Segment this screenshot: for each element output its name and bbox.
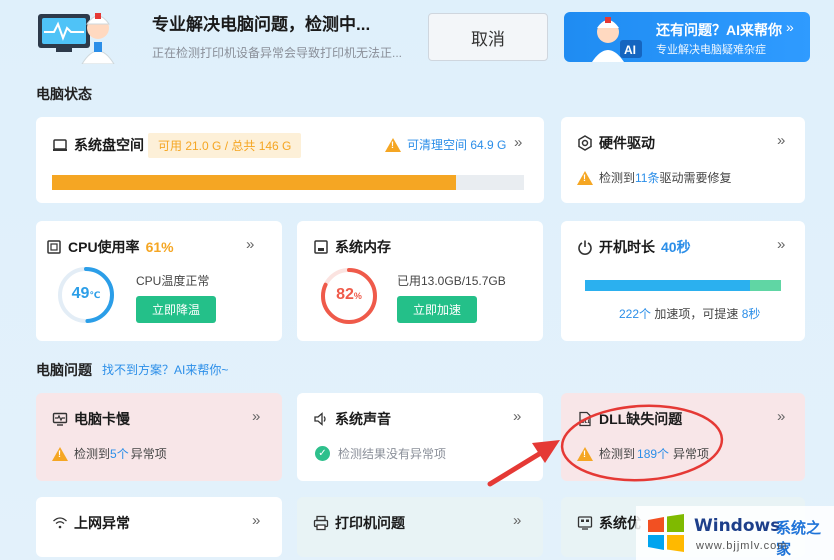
watermark-brand: Windows <box>694 516 781 536</box>
svg-text:DLL: DLL <box>581 419 591 425</box>
dll-count: 189个 <box>637 447 670 461</box>
windows-logo-icon <box>648 514 684 552</box>
dll-card-title: DLL缺失问题 <box>599 411 683 427</box>
boot-card-title: 开机时长 <box>599 239 655 255</box>
boot-progress-fill <box>585 280 750 291</box>
chevron-double-right-icon[interactable]: » <box>777 132 785 149</box>
memory-card-title: 系统内存 <box>335 239 391 255</box>
ai-help-link[interactable]: 找不到方案？AI来帮你~ <box>102 361 228 378</box>
disk-usage-badge: 可用 21.0 G / 总共 146 G <box>148 133 302 158</box>
lag-post: 异常项 <box>130 447 167 461</box>
chevron-double-right-icon[interactable]: » <box>513 512 521 529</box>
sound-card-title: 系统声音 <box>335 411 391 427</box>
cpu-icon <box>47 240 61 254</box>
dll-pre: 检测到 <box>599 447 636 461</box>
hardware-post: 驱动需要修复 <box>659 171 732 185</box>
boot-time-card[interactable]: 开机时长 40秒 » 222个 加速项，可提速 8秒 <box>561 221 805 341</box>
warning-icon <box>385 137 401 152</box>
memory-value: 82 <box>336 286 354 303</box>
sound-status: 检测结果没有异常项 <box>338 447 447 461</box>
warning-icon <box>52 446 68 461</box>
sysopt-card-title: 系统优 <box>599 515 641 531</box>
hexagon-gear-icon <box>578 135 592 151</box>
dll-file-icon: DLL <box>579 411 591 427</box>
disk-icon <box>53 139 67 151</box>
monitor-pulse-icon <box>52 412 68 426</box>
network-problem-card[interactable]: 上网异常 » <box>36 497 282 557</box>
hardware-card-title: 硬件驱动 <box>599 135 655 151</box>
speed-up-button[interactable]: 立即加速 <box>397 296 477 323</box>
disk-space-card[interactable]: 系统盘空间 可用 21.0 G / 总共 146 G 可清理空间 64.9 G … <box>36 117 544 203</box>
cool-down-button[interactable]: 立即降温 <box>136 296 216 323</box>
warning-icon <box>577 170 593 185</box>
system-grid-icon <box>577 516 593 530</box>
cpu-temp-unit: ℃ <box>89 290 101 300</box>
watermark-brand-cn: 系统之家 <box>776 520 822 558</box>
cpu-percent: 61% <box>145 239 174 255</box>
printer-problem-card[interactable]: 打印机问题 » <box>297 497 543 557</box>
power-icon <box>578 240 592 255</box>
boot-saving: 8秒 <box>741 307 761 321</box>
speaker-icon <box>314 412 326 426</box>
ai-banner-subtitle: 专业解决电脑疑难杂症 <box>656 44 766 56</box>
section-title-status: 电脑状态 <box>36 86 92 102</box>
memory-icon <box>314 240 328 254</box>
page-title: 专业解决电脑问题，检测中... <box>152 15 371 34</box>
sound-problem-card[interactable]: 系统声音 » ✓ 检测结果没有异常项 <box>297 393 543 481</box>
ai-banner-title: 还有问题？AI来帮你 <box>656 22 782 38</box>
hardware-driver-card[interactable]: 硬件驱动 » 检测到11条驱动需要修复 <box>561 117 805 203</box>
ai-badge: AI <box>624 43 636 57</box>
boot-progress-bar <box>585 280 781 291</box>
cancel-button[interactable]: 取消 <box>428 13 548 61</box>
scan-status-text: 正在检测打印机设备异常会导致打印机无法正... <box>152 46 403 60</box>
disk-usage-fill <box>52 175 457 190</box>
chevron-double-right-icon[interactable]: » <box>252 408 260 425</box>
check-circle-icon: ✓ <box>315 446 330 461</box>
hardware-pre: 检测到 <box>599 171 636 185</box>
network-card-title: 上网异常 <box>74 515 130 531</box>
memory-usage-text: 已用13.0GB/15.7GB <box>397 274 506 288</box>
cpu-usage-card[interactable]: CPU使用率 61% » 49℃ CPU温度正常 立即降温 <box>36 221 282 341</box>
chevron-double-right-icon[interactable]: » <box>777 408 785 425</box>
memory-card[interactable]: 系统内存 82% 已用13.0GB/15.7GB 立即加速 <box>297 221 543 341</box>
lag-problem-card[interactable]: 电脑卡慢 » 检测到5个异常项 <box>36 393 282 481</box>
lag-pre: 检测到 <box>74 447 111 461</box>
lag-count: 5个 <box>110 447 129 461</box>
chevron-double-right-icon[interactable]: » <box>252 512 260 529</box>
hardware-count: 11条 <box>635 171 660 185</box>
printer-icon <box>313 515 329 531</box>
chevron-double-right-icon[interactable]: » <box>513 408 521 425</box>
chevron-double-right-icon[interactable]: » <box>514 134 522 151</box>
boot-mid-text: 加速项，可提速 <box>654 307 739 321</box>
cpu-temp-status: CPU温度正常 <box>136 274 210 288</box>
section-title-problems: 电脑问题 <box>36 362 92 378</box>
disk-card-title: 系统盘空间 <box>74 137 144 153</box>
boot-seconds: 40秒 <box>661 239 691 255</box>
watermark: Windows 系统之家 www.bjjmlv.com <box>636 506 834 560</box>
ai-help-banner[interactable]: AI 还有问题？AI来帮你 » 专业解决电脑疑难杂症 <box>564 12 810 62</box>
disk-cleanable-link[interactable]: 可清理空间 64.9 G <box>407 136 506 153</box>
warning-icon <box>577 446 593 461</box>
cpu-temp-value: 49 <box>71 285 90 302</box>
chevron-double-right-icon: » <box>786 19 794 35</box>
cpu-card-title: CPU使用率 <box>68 239 140 255</box>
watermark-url: www.bjjmlv.com <box>696 540 788 552</box>
boot-item-count: 222个 <box>619 307 652 321</box>
disk-usage-bar <box>52 175 524 190</box>
dll-problem-card[interactable]: DLL DLL缺失问题 » 检测到189个异常项 <box>561 393 805 481</box>
chevron-double-right-icon[interactable]: » <box>777 236 785 253</box>
memory-unit: % <box>353 291 362 301</box>
dll-post: 异常项 <box>673 447 710 461</box>
printer-card-title: 打印机问题 <box>335 515 405 531</box>
chevron-double-right-icon[interactable]: » <box>246 236 254 253</box>
wifi-warning-icon <box>53 517 67 529</box>
lag-card-title: 电脑卡慢 <box>74 411 130 427</box>
doctor-avatar-icon <box>38 13 115 64</box>
